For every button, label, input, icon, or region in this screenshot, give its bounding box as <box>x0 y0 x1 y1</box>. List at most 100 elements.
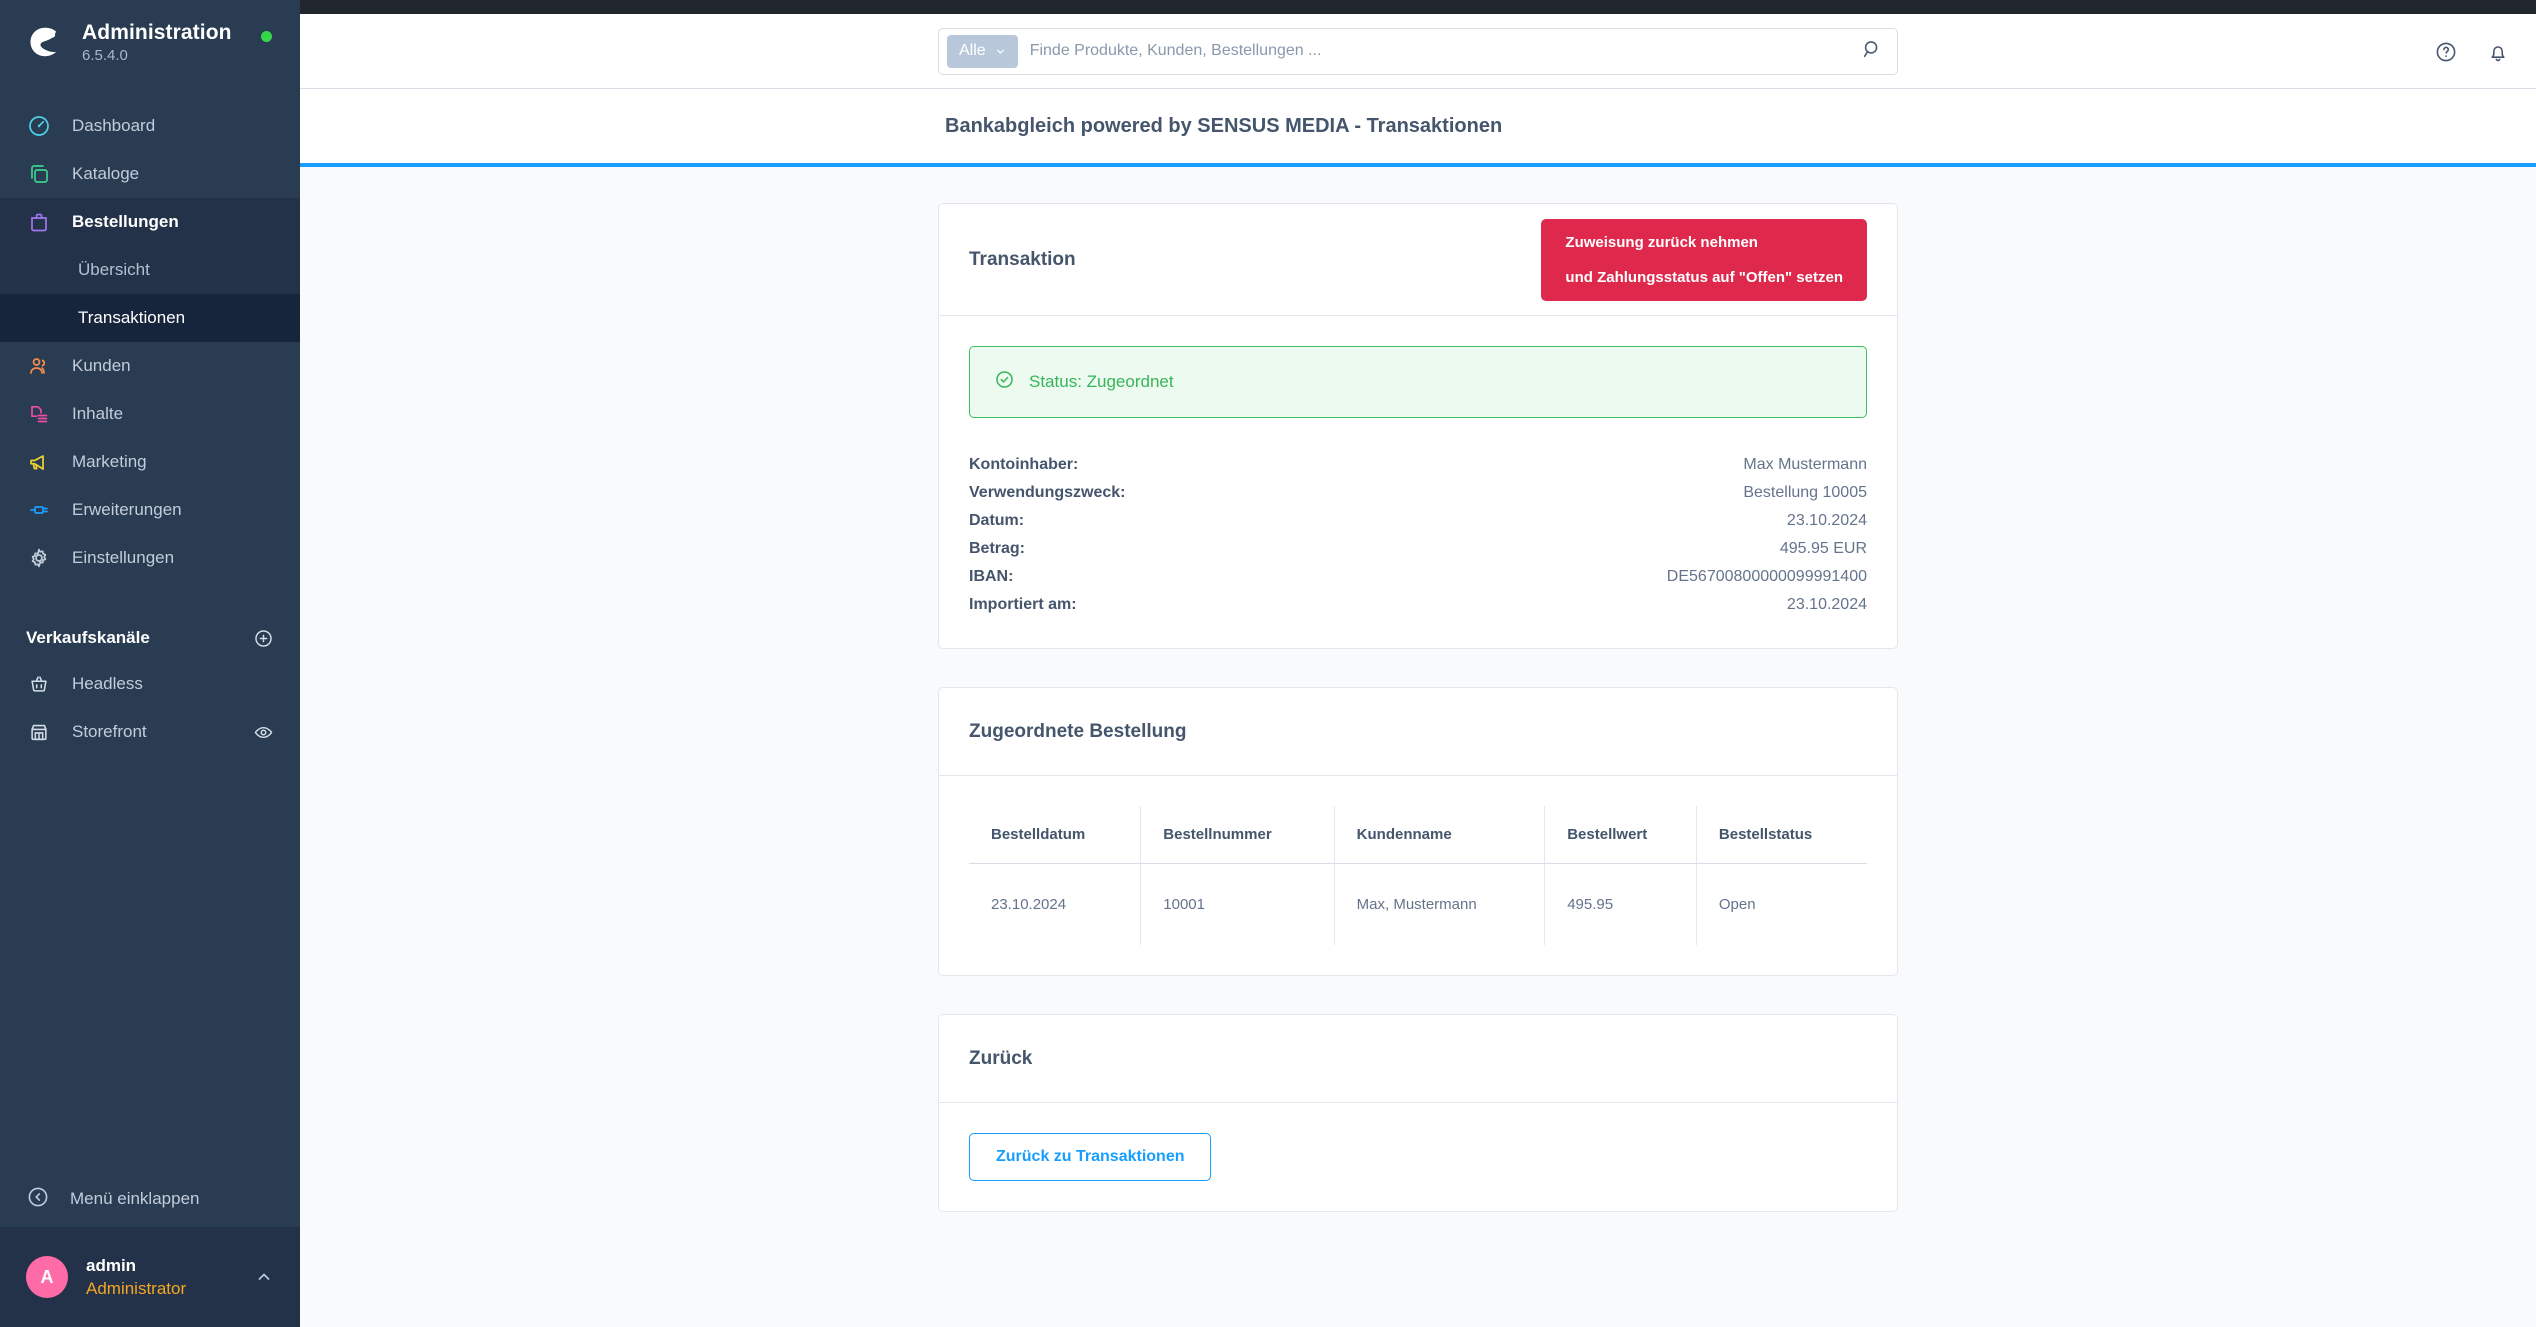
check-circle-icon <box>994 369 1015 395</box>
field-row: Verwendungszweck: Bestellung 10005 <box>969 480 1867 506</box>
sidebar-nav: Dashboard Kataloge Bestellungen Übersich… <box>0 102 300 756</box>
column-header: Bestelldatum <box>969 806 1142 864</box>
sidebar-subitem-label: Transaktionen <box>78 308 186 327</box>
sidebar-item-label: Marketing <box>72 452 147 471</box>
collapse-menu-button[interactable]: Menü einklappen <box>0 1171 300 1227</box>
assigned-order-card: Zugeordnete Bestellung Bestelldatum Best… <box>938 687 1898 976</box>
table-row[interactable]: 23.10.2024 10001 Max, Mustermann 495.95 … <box>969 863 1867 945</box>
sidebar: Administration 6.5.4.0 Dashboard Katalog… <box>0 0 300 1327</box>
back-to-transactions-button[interactable]: Zurück zu Transaktionen <box>969 1133 1212 1181</box>
plus-circle-icon[interactable] <box>253 628 274 649</box>
topbar: Alle <box>300 14 2536 89</box>
order-table-body: 23.10.2024 10001 Max, Mustermann 495.95 … <box>969 863 1867 945</box>
transaction-card-title: Transaktion <box>969 248 1076 270</box>
search-icon[interactable] <box>1861 38 1883 65</box>
field-row: IBAN: DE56700800000099991400 <box>969 564 1867 590</box>
global-search[interactable]: Alle <box>938 27 1898 75</box>
sidebar-item-dashboard[interactable]: Dashboard <box>0 102 300 150</box>
field-value: Bestellung 10005 <box>1743 484 1867 501</box>
sidebar-item-einstellungen[interactable]: Einstellungen <box>0 534 300 582</box>
search-scope-dropdown[interactable]: Alle <box>947 34 1018 68</box>
column-header: Bestellstatus <box>1696 806 1867 864</box>
transaction-fields: Kontoinhaber: Max Mustermann Verwendungs… <box>969 452 1867 618</box>
search-scope-label: Alle <box>959 42 986 59</box>
shopware-logo-icon <box>26 23 64 61</box>
status-dot <box>261 31 272 42</box>
sidebar-item-inhalte[interactable]: Inhalte <box>0 390 300 438</box>
sidebar-item-label: Dashboard <box>72 116 156 135</box>
field-label: Kontoinhaber: <box>969 456 1079 473</box>
sidebar-item-transaktionen[interactable]: Transaktionen <box>0 294 300 342</box>
back-card-title: Zurück <box>969 1047 1033 1069</box>
back-card-body: Zurück zu Transaktionen <box>939 1103 1897 1211</box>
help-circle-icon[interactable] <box>2434 40 2458 64</box>
cell-bestellstatus: Open <box>1718 896 1756 913</box>
assigned-order-card-body: Bestelldatum Bestellnummer Kundenname Be… <box>939 776 1897 975</box>
user-menu[interactable]: A admin Administrator <box>0 1227 300 1327</box>
sidebar-item-uebersicht[interactable]: Übersicht <box>0 246 300 294</box>
assigned-order-card-title: Zugeordnete Bestellung <box>969 720 1187 742</box>
field-value: 23.10.2024 <box>1786 512 1867 529</box>
sales-channel-storefront[interactable]: Storefront <box>0 708 300 756</box>
orders-icon <box>26 209 52 235</box>
sidebar-item-bestellungen[interactable]: Bestellungen <box>0 198 300 246</box>
preview-eye-icon[interactable] <box>253 722 274 743</box>
page-title: Bankabgleich powered by SENSUS MEDIA - T… <box>945 114 1503 137</box>
user-role: Administrator <box>86 1278 187 1298</box>
sidebar-item-marketing[interactable]: Marketing <box>0 438 300 486</box>
cell-bestellwert: 495.95 <box>1544 863 1697 945</box>
main-area: Alle Finde Produkte, Kunden, Bestellunge… <box>300 0 2536 1327</box>
field-row: Kontoinhaber: Max Mustermann <box>969 452 1867 478</box>
back-card: Zurück Zurück zu Transaktionen <box>938 1014 1898 1212</box>
content-icon <box>26 401 52 427</box>
search-input[interactable] <box>1029 42 1849 60</box>
sidebar-brand[interactable]: Administration 6.5.4.0 <box>0 0 300 84</box>
field-value: DE56700800000099991400 <box>1666 568 1867 585</box>
sidebar-item-label: Kataloge <box>72 164 140 183</box>
back-card-header: Zurück <box>939 1015 1897 1103</box>
sidebar-item-label: Erweiterungen <box>72 500 182 519</box>
column-header: Kundenname <box>1334 806 1546 864</box>
revoke-assignment-line1: Zuweisung zurück nehmen <box>1565 233 1758 251</box>
cell-bestellnummer: 10001 <box>1140 863 1335 945</box>
dashboard-icon <box>26 113 52 139</box>
field-row: Betrag: 495.95 EUR <box>969 536 1867 562</box>
field-label: Importiert am: <box>969 596 1077 613</box>
revoke-assignment-button[interactable]: Zuweisung zurück nehmen und Zahlungsstat… <box>1541 218 1867 301</box>
field-label: Betrag: <box>969 540 1026 557</box>
topbar-actions <box>2434 14 2510 89</box>
marketing-icon <box>26 449 52 475</box>
sidebar-item-label: Einstellungen <box>72 548 175 567</box>
avatar: A <box>26 1256 68 1298</box>
customers-icon <box>26 353 52 379</box>
field-value: Max Mustermann <box>1743 456 1867 473</box>
sales-channel-headless[interactable]: Headless <box>0 660 300 708</box>
status-alert-text: Status: Zugeordnet <box>1029 372 1174 391</box>
sales-channel-label: Headless <box>72 674 143 693</box>
sidebar-item-erweiterungen[interactable]: Erweiterungen <box>0 486 300 534</box>
status-alert: Status: Zugeordnet <box>969 346 1867 418</box>
order-table-head: Bestelldatum Bestellnummer Kundenname Be… <box>969 806 1867 864</box>
sidebar-brand-title: Administration <box>82 20 232 44</box>
sidebar-subitem-label: Übersicht <box>78 260 150 279</box>
sales-channels-title: Verkaufskanäle <box>26 628 150 647</box>
revoke-assignment-line2: und Zahlungsstatus auf "Offen" setzen <box>1565 268 1843 286</box>
storefront-icon <box>26 719 52 745</box>
transaction-card-body: Status: Zugeordnet Kontoinhaber: Max Mus… <box>939 316 1897 648</box>
sidebar-item-kunden[interactable]: Kunden <box>0 342 300 390</box>
field-label: Verwendungszweck: <box>969 484 1126 501</box>
table-header-row: Bestelldatum Bestellnummer Kundenname Be… <box>969 806 1867 864</box>
sidebar-item-label: Inhalte <box>72 404 124 423</box>
sidebar-brand-version: 6.5.4.0 <box>82 46 128 64</box>
chevron-down-icon <box>996 49 1004 54</box>
field-value: 23.10.2024 <box>1786 596 1867 613</box>
user-name: admin <box>86 1255 137 1275</box>
sidebar-item-kataloge[interactable]: Kataloge <box>0 150 300 198</box>
app-root: Administration 6.5.4.0 Dashboard Katalog… <box>0 0 2536 1327</box>
collapse-menu-label: Menü einklappen <box>70 1189 200 1208</box>
sales-channel-label: Storefront <box>72 722 147 741</box>
chevron-up-icon[interactable] <box>254 1267 274 1287</box>
bell-icon[interactable] <box>2486 40 2510 64</box>
extensions-icon <box>26 497 52 523</box>
cell-kundenname: Max, Mustermann <box>1334 863 1546 945</box>
